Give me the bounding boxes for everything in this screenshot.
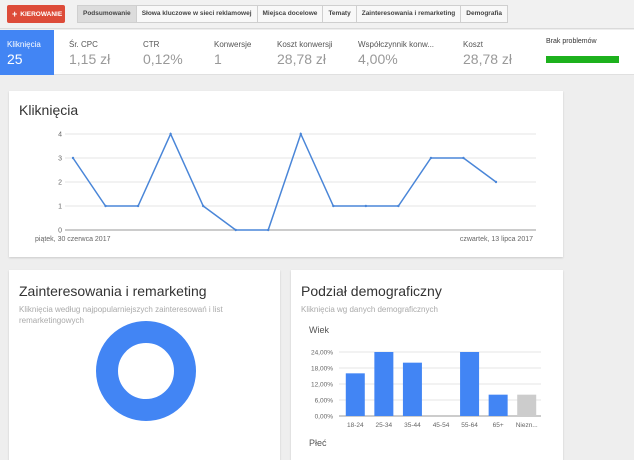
data-point: [299, 132, 302, 136]
x-tick-label: Niezn...: [516, 422, 538, 429]
kierowanie-label: KIEROWANIE: [20, 11, 63, 18]
data-point: [201, 204, 205, 208]
bar-25-34[interactable]: [374, 352, 394, 416]
y-tick-label: 18,00%: [311, 366, 333, 373]
metric-value: 1,15 zł: [69, 51, 111, 67]
y-tick-label: 1: [58, 204, 62, 211]
bar-65+[interactable]: [488, 394, 508, 416]
data-point: [429, 156, 433, 160]
x-end-label: czwartek, 13 lipca 2017: [460, 236, 533, 243]
data-point: [104, 204, 107, 208]
interests-donut-chart: [96, 321, 196, 421]
tab-3[interactable]: Tematy: [323, 5, 357, 23]
metric-label: Kliknięcia: [7, 40, 41, 49]
metric-label: Koszt: [463, 40, 484, 49]
x-start-label: piątek, 30 czerwca 2017: [35, 236, 111, 243]
data-point: [234, 228, 237, 232]
age-bar-chart[interactable]: 0,00% 6,00% 12,00% 18,00% 24,00% 18-24 25-34 35…: [291, 270, 563, 460]
metric-label: CTR: [143, 40, 160, 49]
x-tick-label: 18-24: [347, 422, 364, 429]
y-tick-label: 2: [58, 180, 62, 187]
tab-4[interactable]: Zainteresowania i remarketing: [356, 5, 462, 23]
donut-ring[interactable]: [96, 321, 196, 421]
metric-label: Koszt konwersji: [277, 40, 333, 49]
metric-value: 25: [7, 51, 23, 67]
view-tabs: Podsumowanie Słowa kluczowe w sieci rekla…: [77, 5, 509, 23]
metric-value: 4,00%: [358, 51, 398, 67]
clicks-chart-card: Kliknięcia 0 1 2 3 4 piątek, 30 czerwca 2017 c…: [9, 91, 563, 257]
metric-value: 1: [214, 51, 222, 67]
data-point: [136, 204, 140, 208]
kierowanie-button[interactable]: + KIEROWANIE: [7, 5, 65, 23]
status-bar: [546, 56, 619, 63]
metric-clicks[interactable]: Kliknięcia 25: [0, 30, 54, 75]
tab-1[interactable]: Słowa kluczowe w sieci reklamowej: [136, 5, 258, 23]
data-point: [71, 156, 75, 160]
data-point: [494, 180, 498, 184]
data-point: [267, 228, 270, 232]
metric-value: 0,12%: [143, 51, 183, 67]
metric-value: 28,78 zł: [463, 51, 513, 67]
y-tick-label: 0,00%: [315, 414, 334, 421]
bar-55-64[interactable]: [460, 352, 480, 416]
data-point: [364, 204, 368, 208]
data-point: [462, 156, 465, 160]
tab-0[interactable]: Podsumowanie: [77, 5, 137, 23]
x-tick-label: 25-34: [376, 422, 393, 429]
metric-label: Współczynnik konw...: [358, 40, 435, 49]
data-point: [169, 132, 172, 136]
metric-label: Konwersje: [214, 40, 252, 49]
data-point: [332, 204, 335, 208]
x-tick-label: 45-54: [433, 422, 450, 429]
interests-card: Zainteresowania i remarketing Kliknięcia…: [9, 270, 280, 460]
demographics-card: Podział demograficzny Kliknięcia wg dany…: [291, 270, 563, 460]
clicks-line-chart[interactable]: 0 1 2 3 4 piątek, 30 czerwca 2017 czwartek, 13…: [9, 91, 563, 257]
bar-Niezn...[interactable]: [517, 394, 537, 416]
y-tick-label: 12,00%: [311, 382, 333, 389]
plus-icon: +: [12, 9, 18, 19]
y-tick-label: 4: [58, 132, 62, 139]
x-tick-label: 35-44: [404, 422, 421, 429]
y-tick-label: 0: [58, 228, 62, 235]
bar-18-24[interactable]: [345, 373, 365, 416]
metric-label: Śr. CPC: [69, 40, 98, 49]
metric-value: 28,78 zł: [277, 51, 327, 67]
y-tick-label: 3: [58, 156, 62, 163]
metrics-bar: Kliknięcia 25 Śr. CPC 1,15 zł CTR 0,12% …: [0, 30, 634, 75]
x-tick-label: 55-64: [461, 422, 478, 429]
tab-2[interactable]: Miejsca docelowe: [257, 5, 324, 23]
bar-35-44[interactable]: [402, 362, 422, 416]
status-label: Brak problemów: [546, 38, 597, 45]
x-tick-label: 65+: [493, 422, 504, 429]
tab-5[interactable]: Demografia: [461, 5, 509, 23]
data-point: [397, 204, 400, 208]
y-tick-label: 6,00%: [315, 398, 334, 405]
top-toolbar: + KIEROWANIE Podsumowanie Słowa kluczowe w…: [0, 0, 634, 29]
y-tick-label: 24,00%: [311, 350, 333, 357]
